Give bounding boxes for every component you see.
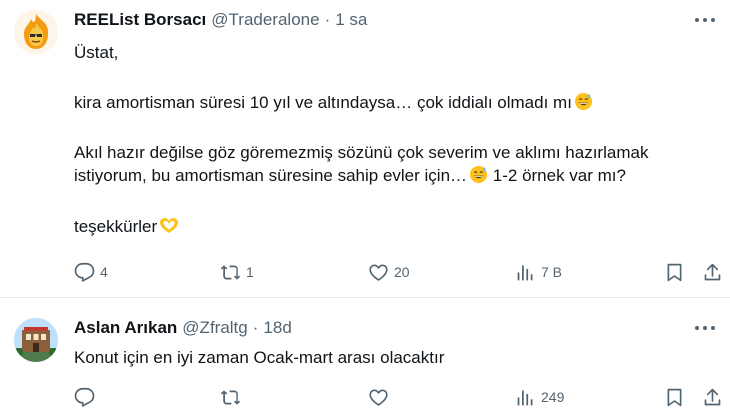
like-icon (369, 388, 388, 406)
bookmark-icon (667, 388, 682, 406)
tweet-text: 1-2 örnek var mı? (488, 166, 626, 185)
share-button[interactable] (702, 260, 723, 284)
sweat-smile-emoji (469, 165, 488, 190)
timestamp[interactable]: 18d (263, 318, 291, 338)
repost-icon (220, 389, 241, 405)
separator-dot: · (252, 318, 259, 337)
repost-button[interactable]: 1 (220, 260, 254, 284)
tweet-text-line: Konut için en iyi zaman Ocak-mart arası … (74, 348, 445, 367)
sweat-smile-emoji (574, 92, 593, 117)
more-icon (695, 18, 715, 22)
tweet-actions: 4 1 20 7 B (74, 260, 724, 284)
reply-count: 4 (100, 264, 108, 280)
share-button[interactable] (702, 385, 723, 409)
author-handle[interactable]: @Zfraltg (182, 318, 247, 338)
tweet-header: Aslan Arıkan @Zfraltg · 18d (74, 318, 292, 338)
views-button[interactable]: 249 (515, 385, 564, 409)
tweet-1[interactable]: REEList Borsacı @Traderalone · 1 sa Üsta… (0, 0, 730, 297)
tweet-text: kira amortisman süresi 10 yıl ve altında… (74, 93, 572, 112)
author-name[interactable]: Aslan Arıkan (74, 318, 177, 338)
repost-icon (220, 264, 241, 280)
more-button[interactable] (692, 10, 718, 30)
share-icon (704, 388, 721, 405)
bookmark-icon (667, 263, 682, 281)
tweet-text-line: kira amortisman süresi 10 yıl ve altında… (74, 92, 593, 117)
tweet-actions: 249 (74, 385, 724, 409)
views-count: 249 (541, 389, 565, 405)
like-icon (369, 263, 388, 281)
repost-count: 1 (246, 264, 254, 280)
reply-icon (74, 262, 95, 282)
more-icon (695, 326, 715, 330)
tweet-2[interactable]: Aslan Arıkan @Zfraltg · 18d Konut için e… (0, 297, 730, 420)
repost-button[interactable] (220, 385, 241, 409)
tweet-text: istiyorum, bu amortisman süresine sahip … (74, 166, 468, 185)
separator-dot: · (324, 10, 331, 29)
tweet-text-line: Akıl hazır değilse göz göremezmiş sözünü… (74, 143, 649, 162)
more-button[interactable] (692, 318, 718, 338)
bookmark-button[interactable] (664, 385, 685, 409)
bookmark-button[interactable] (664, 260, 685, 284)
tweet-text-line: istiyorum, bu amortisman süresine sahip … (74, 165, 626, 190)
timestamp[interactable]: 1 sa (335, 10, 367, 30)
tweet-header: REEList Borsacı @Traderalone · 1 sa (74, 10, 367, 30)
reply-button[interactable] (74, 385, 95, 409)
reply-button[interactable]: 4 (74, 260, 108, 284)
like-button[interactable]: 20 (368, 260, 410, 284)
tweet-text: teşekkürler (74, 217, 158, 236)
fire-face-avatar (14, 10, 58, 54)
heart-hands-emoji (159, 217, 179, 241)
reply-icon (74, 387, 95, 407)
like-count: 20 (394, 264, 410, 280)
tweet-text-line: teşekkürler (74, 216, 179, 241)
views-icon (517, 265, 533, 280)
tweet-text-line: Üstat, (74, 43, 119, 62)
avatar[interactable] (14, 318, 58, 362)
like-button[interactable] (368, 385, 389, 409)
views-button[interactable]: 7 B (515, 260, 562, 284)
building-photo-avatar (14, 318, 58, 362)
author-name[interactable]: REEList Borsacı (74, 10, 206, 30)
share-icon (704, 263, 721, 280)
views-icon (517, 390, 533, 405)
author-handle[interactable]: @Traderalone (211, 10, 319, 30)
avatar[interactable] (14, 10, 58, 54)
views-count: 7 B (541, 264, 563, 280)
